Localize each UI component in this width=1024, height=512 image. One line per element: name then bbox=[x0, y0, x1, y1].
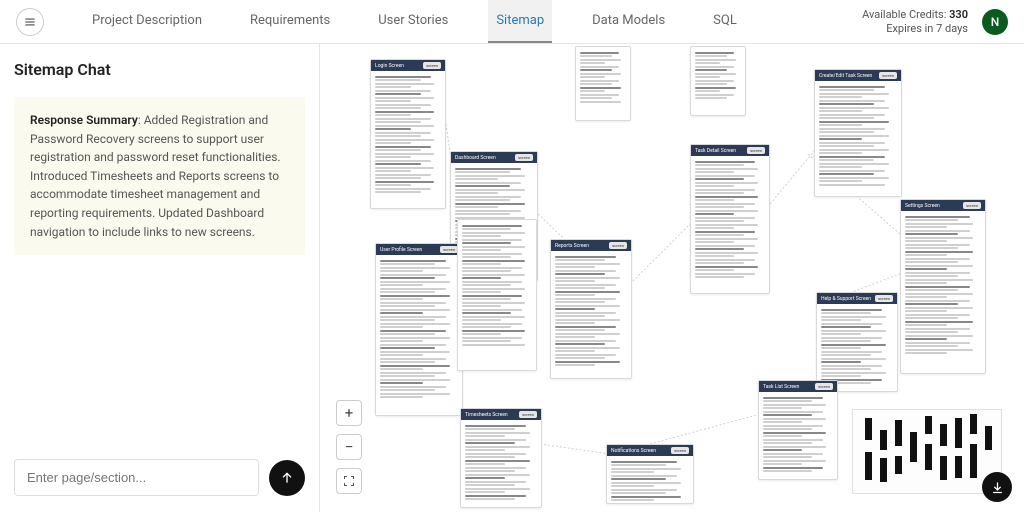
node-body bbox=[551, 251, 631, 371]
sitemap-node[interactable]: Login Screenscreen bbox=[370, 59, 446, 209]
sitemap-node[interactable]: Settings Screenscreen bbox=[900, 199, 986, 374]
node-header: Notifications Screenscreen bbox=[607, 445, 693, 456]
tab-data-models[interactable]: Data Models bbox=[584, 0, 673, 43]
tab-user-stories[interactable]: User Stories bbox=[370, 0, 456, 43]
user-avatar[interactable]: N bbox=[982, 9, 1008, 35]
summary-text: : Added Registration and Password Recove… bbox=[30, 113, 281, 239]
credits-info: Available Credits: 330 Expires in 7 days bbox=[862, 8, 968, 36]
node-body bbox=[815, 81, 901, 190]
credits-value: 330 bbox=[949, 8, 968, 21]
node-body bbox=[759, 392, 837, 477]
zoom-in-button[interactable]: + bbox=[336, 400, 362, 426]
node-body bbox=[691, 47, 745, 104]
send-button[interactable] bbox=[269, 460, 305, 496]
zoom-out-button[interactable]: − bbox=[336, 434, 362, 460]
minimap[interactable] bbox=[852, 409, 1002, 494]
sitemap-node[interactable] bbox=[690, 46, 746, 116]
sitemap-node[interactable]: Timesheets Screenscreen bbox=[460, 408, 542, 508]
node-body bbox=[817, 304, 897, 389]
sitemap-node[interactable]: User Profile Screenscreen bbox=[375, 243, 463, 416]
tab-project-description[interactable]: Project Description bbox=[84, 0, 210, 43]
node-body bbox=[691, 156, 769, 283]
node-body bbox=[371, 71, 445, 198]
node-body bbox=[461, 420, 541, 505]
summary-lead: Response Summary bbox=[30, 113, 138, 127]
node-header: Create/Edit Task Screenscreen bbox=[815, 70, 901, 81]
sitemap-node[interactable]: Notifications Screenscreen bbox=[606, 444, 694, 504]
node-header: Reports Screenscreen bbox=[551, 240, 631, 251]
node-header: Dashboard Screenscreen bbox=[451, 152, 537, 163]
node-body bbox=[901, 211, 985, 359]
app-header: Project Description Requirements User Stor… bbox=[0, 0, 1024, 44]
sitemap-node[interactable]: Help & Support Screenscreen bbox=[816, 292, 898, 392]
hamburger-icon bbox=[23, 15, 37, 29]
panel-title: Sitemap Chat bbox=[14, 60, 305, 79]
node-header: User Profile Screenscreen bbox=[376, 244, 462, 255]
tab-requirements[interactable]: Requirements bbox=[242, 0, 338, 43]
sitemap-node[interactable]: Task Detail Screenscreen bbox=[690, 144, 770, 294]
tab-sitemap[interactable]: Sitemap bbox=[488, 0, 552, 43]
sitemap-node[interactable]: Task List Screenscreen bbox=[758, 380, 838, 480]
nav-tabs: Project Description Requirements User Stor… bbox=[84, 0, 745, 43]
node-header: Task List Screenscreen bbox=[759, 381, 837, 392]
sitemap-chat-panel: Sitemap Chat Response Summary: Added Reg… bbox=[0, 44, 320, 512]
node-header: Settings Screenscreen bbox=[901, 200, 985, 211]
credits-label: Available Credits: bbox=[862, 8, 946, 21]
sitemap-node[interactable]: Create/Edit Task Screenscreen bbox=[814, 69, 902, 197]
expand-icon bbox=[343, 475, 355, 487]
response-summary: Response Summary: Added Registration and… bbox=[14, 97, 305, 255]
download-icon bbox=[990, 480, 1005, 495]
chat-input[interactable] bbox=[14, 459, 259, 496]
node-header: Task Detail Screenscreen bbox=[691, 145, 769, 156]
node-body bbox=[607, 456, 693, 506]
sitemap-node[interactable]: Reports Screenscreen bbox=[550, 239, 632, 379]
node-body bbox=[458, 220, 536, 350]
app-body: Sitemap Chat Response Summary: Added Reg… bbox=[0, 44, 1024, 512]
arrow-up-icon bbox=[279, 470, 295, 486]
sitemap-node[interactable] bbox=[457, 219, 537, 371]
node-header: Login Screenscreen bbox=[371, 60, 445, 71]
credits-expiry: Expires in 7 days bbox=[862, 22, 968, 36]
node-header: Help & Support Screenscreen bbox=[817, 293, 897, 304]
zoom-controls: + − bbox=[336, 400, 362, 494]
zoom-fit-button[interactable] bbox=[336, 468, 362, 494]
node-body bbox=[576, 47, 630, 107]
main-menu-button[interactable] bbox=[16, 8, 44, 36]
download-button[interactable] bbox=[982, 472, 1012, 502]
tab-sql[interactable]: SQL bbox=[705, 0, 745, 43]
sitemap-canvas[interactable]: + − bbox=[320, 44, 1024, 512]
node-header: Timesheets Screenscreen bbox=[461, 409, 541, 420]
node-body bbox=[376, 255, 462, 403]
chat-input-row bbox=[14, 459, 305, 496]
sitemap-node[interactable] bbox=[575, 46, 631, 121]
